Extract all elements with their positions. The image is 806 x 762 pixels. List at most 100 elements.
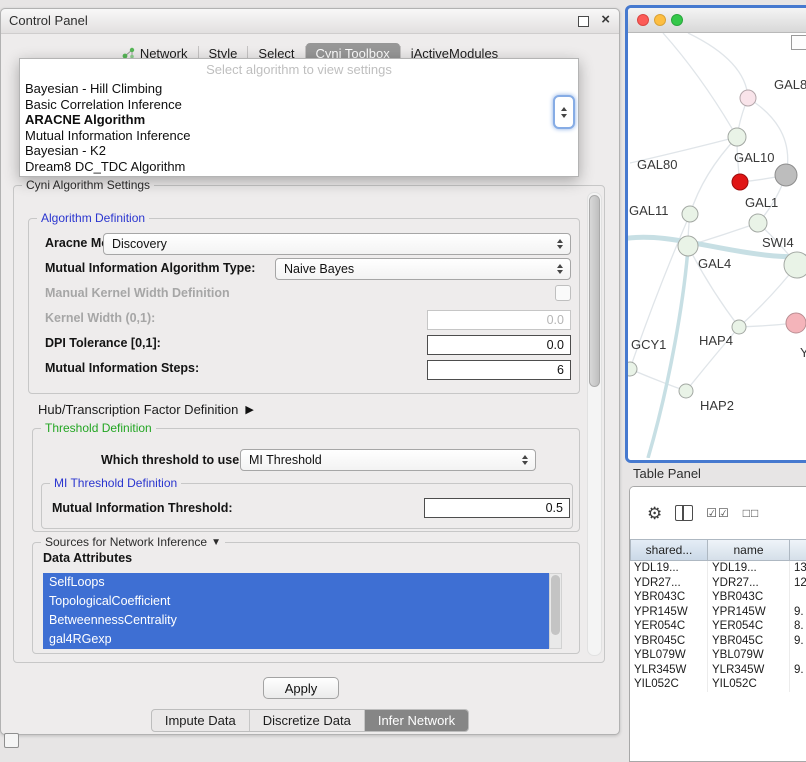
popup-item[interactable]: Bayesian - K2 [20, 143, 578, 159]
cell[interactable]: YBL079W [630, 648, 708, 663]
bottom-tabs-segment: Impute Data Discretize Data Infer Networ… [151, 709, 469, 732]
network-node-selected[interactable] [732, 174, 748, 190]
cell[interactable]: YBR043C [630, 590, 708, 605]
scrollbar-thumb[interactable] [551, 575, 560, 635]
threshold-definition-title: Threshold Definition [41, 421, 156, 435]
cell[interactable]: YPR145W [708, 605, 790, 620]
manual-kernel-width-label: Manual Kernel Width Definition [45, 286, 230, 300]
sources-group-title[interactable]: Sources for Network Inference ▼ [41, 535, 225, 549]
columns-icon[interactable] [675, 505, 693, 521]
list-item[interactable]: TopologicalCoefficient [43, 592, 549, 611]
manual-kernel-width-checkbox[interactable] [555, 285, 571, 301]
cell[interactable]: YDL19... [630, 561, 708, 576]
network-node[interactable] [749, 214, 767, 232]
table-row[interactable]: YBR043C YBR043C [630, 590, 806, 605]
popup-item[interactable]: Mutual Information Inference [20, 128, 578, 144]
table-row[interactable]: YBR045C YBR045C 9. [630, 634, 806, 649]
cell[interactable]: 12 [790, 576, 806, 591]
cell[interactable]: 13 [790, 561, 806, 576]
settings-scrollbar[interactable] [587, 192, 602, 656]
network-node[interactable] [740, 90, 756, 106]
cell[interactable] [790, 648, 806, 663]
which-threshold-select[interactable]: MI Threshold [240, 449, 536, 471]
scrollbar-thumb[interactable] [589, 195, 600, 387]
network-node[interactable] [628, 362, 637, 376]
cell[interactable] [790, 590, 806, 605]
popup-item[interactable]: Bayesian - Hill Climbing [20, 81, 578, 97]
table-row[interactable]: YER054C YER054C 8. [630, 619, 806, 634]
close-icon[interactable]: × [601, 11, 610, 28]
settings-group-title: Cyni Algorithm Settings [22, 178, 154, 192]
mi-steps-label: Mutual Information Steps: [45, 361, 199, 375]
kernel-width-field[interactable]: 0.0 [427, 310, 571, 330]
network-canvas[interactable]: GAL8 GAL80 GAL10 GAL11 GAL1 SWI4 GAL4 GC… [628, 33, 806, 460]
tab-impute-data[interactable]: Impute Data [152, 710, 249, 731]
gear-icon[interactable]: ⚙ [647, 505, 662, 522]
network-node[interactable] [679, 384, 693, 398]
cell[interactable]: 8. [790, 619, 806, 634]
cell[interactable]: YBR043C [708, 590, 790, 605]
cell[interactable]: YDR27... [630, 576, 708, 591]
column-header[interactable]: shared... [630, 539, 708, 561]
data-attributes-list[interactable]: SelfLoops TopologicalCoefficient Between… [43, 573, 549, 649]
list-item[interactable]: SelfLoops [43, 573, 549, 592]
mi-steps-field[interactable]: 6 [427, 360, 571, 380]
table-row[interactable]: YPR145W YPR145W 9. [630, 605, 806, 620]
cell[interactable]: 9. [790, 605, 806, 620]
table-row[interactable]: YBL079W YBL079W [630, 648, 806, 663]
network-window-titlebar[interactable] [628, 8, 806, 33]
list-item[interactable]: gal4RGexp [43, 630, 549, 649]
list-item[interactable]: BetweennessCentrality [43, 611, 549, 630]
popup-item[interactable]: Basic Correlation Inference [20, 97, 578, 113]
close-button[interactable] [637, 14, 649, 26]
cell[interactable]: 9. [790, 663, 806, 678]
algorithm-combo-stepper[interactable] [553, 95, 575, 129]
cell[interactable]: YDR27... [708, 576, 790, 591]
minimize-button[interactable] [654, 14, 666, 26]
network-node[interactable] [678, 236, 698, 256]
deselect-all-icon[interactable]: □□ [743, 507, 760, 519]
zoom-button[interactable] [671, 14, 683, 26]
cell[interactable]: YBL079W [708, 648, 790, 663]
cell[interactable]: YIL052C [708, 677, 790, 692]
table-row[interactable]: YLR345W YLR345W 9. [630, 663, 806, 678]
cell[interactable]: 9. [790, 634, 806, 649]
popup-item-selected[interactable]: ARACNE Algorithm [20, 112, 578, 128]
cell[interactable]: YIL052C [630, 677, 708, 692]
network-node[interactable] [775, 164, 797, 186]
cell[interactable]: YBR045C [708, 634, 790, 649]
network-node[interactable] [784, 252, 806, 278]
overview-toggle[interactable] [791, 35, 806, 50]
table-row[interactable]: YDR27... YDR27... 12 [630, 576, 806, 591]
tab-infer-network[interactable]: Infer Network [364, 710, 468, 731]
column-header[interactable]: name [708, 539, 790, 561]
network-node[interactable] [728, 128, 746, 146]
collapsed-panel-icon[interactable] [4, 733, 19, 748]
float-window-icon[interactable] [578, 16, 589, 27]
select-all-icon[interactable]: ☑☑ [706, 507, 730, 519]
attributes-scrollbar[interactable] [549, 573, 562, 649]
mi-threshold-field[interactable]: 0.5 [424, 498, 570, 518]
cell[interactable]: YER054C [630, 619, 708, 634]
network-node[interactable] [786, 313, 806, 333]
table-row[interactable]: YIL052C YIL052C [630, 677, 806, 692]
cell[interactable]: YLR345W [708, 663, 790, 678]
cell[interactable]: YLR345W [630, 663, 708, 678]
popup-item[interactable]: Dream8 DC_TDC Algorithm [20, 159, 578, 175]
network-node[interactable] [732, 320, 746, 334]
cell[interactable]: YPR145W [630, 605, 708, 620]
cell[interactable]: YBR045C [630, 634, 708, 649]
network-node[interactable] [682, 206, 698, 222]
cell[interactable] [790, 677, 806, 692]
tab-discretize-data[interactable]: Discretize Data [249, 710, 364, 731]
mi-algorithm-type-select[interactable]: Naive Bayes [275, 258, 571, 280]
cell[interactable]: YDL19... [708, 561, 790, 576]
dpi-tolerance-field[interactable]: 0.0 [427, 335, 571, 355]
apply-button[interactable]: Apply [263, 677, 339, 699]
aracne-mode-select[interactable]: Discovery [103, 233, 571, 255]
hub-definition-toggle[interactable]: Hub/Transcription Factor Definition ▶ [38, 402, 254, 417]
table-row[interactable]: YDL19... YDL19... 13 [630, 561, 806, 576]
column-header[interactable] [790, 539, 806, 561]
cell[interactable]: YER054C [708, 619, 790, 634]
table-panel-title: Table Panel [633, 466, 701, 481]
